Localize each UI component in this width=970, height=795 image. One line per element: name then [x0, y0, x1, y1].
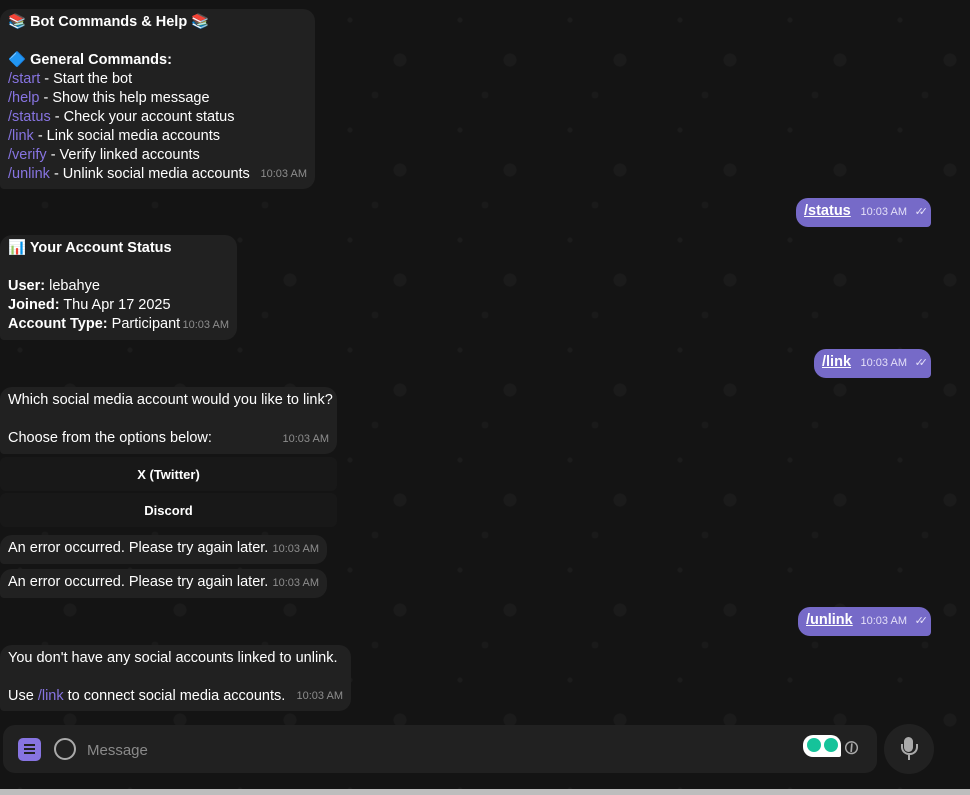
outgoing-unlink-message: /unlink 10:03 AM ✓✓ [798, 607, 931, 636]
error-message: An error occurred. Please try again late… [0, 535, 327, 564]
message-time: 10:03 AM [860, 357, 907, 369]
text-fragment: to connect social media accounts. [63, 688, 286, 704]
grammarly-icon[interactable] [803, 735, 841, 757]
command-desc: - Show this help message [39, 90, 210, 106]
message-time: 10:03 AM [860, 206, 907, 218]
account-type-value: Participant [107, 316, 181, 332]
message-time: 10:03 AM [260, 168, 307, 180]
command-verify-row: /verify - Verify linked accounts [8, 146, 307, 165]
status-joined-row: Joined: Thu Apr 17 2025 [8, 296, 229, 315]
user-value: lebahye [45, 278, 100, 294]
outgoing-command-link[interactable]: /unlink [806, 612, 853, 628]
status-user-row: User: lebahye [8, 277, 229, 296]
message-time: 10:03 AM [272, 543, 319, 555]
double-check-icon: ✓✓ [914, 206, 929, 218]
command-help-row: /help - Show this help message [8, 89, 307, 108]
outgoing-command-link[interactable]: /status [804, 203, 851, 219]
user-label: User: [8, 278, 46, 294]
unlink-reply-line2: Use /link to connect social media accoun… [8, 687, 343, 706]
message-time: 10:03 AM [860, 615, 907, 627]
error-message: An error occurred. Please try again late… [0, 569, 327, 598]
command-desc: - Check your account status [50, 109, 235, 125]
double-check-icon: ✓✓ [914, 615, 929, 627]
command-desc: - Link social media accounts [33, 128, 220, 144]
account-type-label: Account Type: [8, 316, 108, 332]
account-status-message: 📊 Your Account Status User: lebahye Join… [0, 235, 237, 340]
double-check-icon: ✓✓ [914, 357, 929, 369]
error-text: An error occurred. Please try again late… [8, 574, 269, 590]
keyboard-button-twitter[interactable]: X (Twitter) [0, 457, 337, 491]
error-text: An error occurred. Please try again late… [8, 540, 269, 556]
emoji-icon[interactable] [54, 738, 76, 760]
outgoing-status-message: /status 10:03 AM ✓✓ [796, 198, 931, 227]
message-input[interactable] [85, 737, 789, 763]
command-desc: - Unlink social media accounts [49, 166, 250, 182]
command-link-unlink[interactable]: /unlink [8, 166, 50, 182]
unlink-reply-message: You don't have any social accounts linke… [0, 645, 351, 711]
status-title: 📊 Your Account Status [8, 240, 172, 256]
help-message: 📚 Bot Commands & Help 📚 🔷 General Comman… [0, 9, 315, 189]
text-fragment: Use [8, 688, 38, 704]
command-link-link[interactable]: /link [38, 688, 64, 704]
command-link-link[interactable]: /link [8, 128, 34, 144]
link-prompt-question: Which social media account would you lik… [8, 392, 333, 408]
command-link-verify[interactable]: /verify [8, 147, 47, 163]
help-title: 📚 Bot Commands & Help 📚 [8, 14, 210, 30]
message-time: 10:03 AM [272, 577, 319, 589]
microphone-icon[interactable] [884, 724, 934, 774]
keyboard-button-discord[interactable]: Discord [0, 493, 337, 527]
message-composer: ⊘ [3, 725, 877, 773]
window-bottom-edge [0, 789, 970, 795]
link-prompt-message: Which social media account would you lik… [0, 387, 337, 454]
command-link-help[interactable]: /help [8, 90, 39, 106]
command-status-row: /status - Check your account status [8, 108, 307, 127]
joined-value: Thu Apr 17 2025 [59, 297, 171, 313]
menu-icon[interactable] [18, 738, 41, 761]
message-time: 10:03 AM [282, 433, 329, 445]
message-time: 10:03 AM [182, 319, 229, 331]
outgoing-command-link[interactable]: /link [822, 354, 851, 370]
link-prompt-instruction: Choose from the options below: [8, 430, 212, 446]
command-desc: - Verify linked accounts [46, 147, 200, 163]
command-desc: - Start the bot [40, 71, 133, 87]
message-time: 10:03 AM [296, 690, 343, 702]
unlink-reply-line1: You don't have any social accounts linke… [8, 650, 338, 666]
outgoing-link-message: /link 10:03 AM ✓✓ [814, 349, 931, 378]
command-link-start[interactable]: /start [8, 71, 40, 87]
joined-label: Joined: [8, 297, 60, 313]
command-start-row: /start - Start the bot [8, 70, 307, 89]
command-link-row: /link - Link social media accounts [8, 127, 307, 146]
command-link-status[interactable]: /status [8, 109, 51, 125]
paperclip-icon[interactable]: ⊘ [837, 733, 866, 763]
help-section-title: 🔷 General Commands: [8, 52, 172, 68]
